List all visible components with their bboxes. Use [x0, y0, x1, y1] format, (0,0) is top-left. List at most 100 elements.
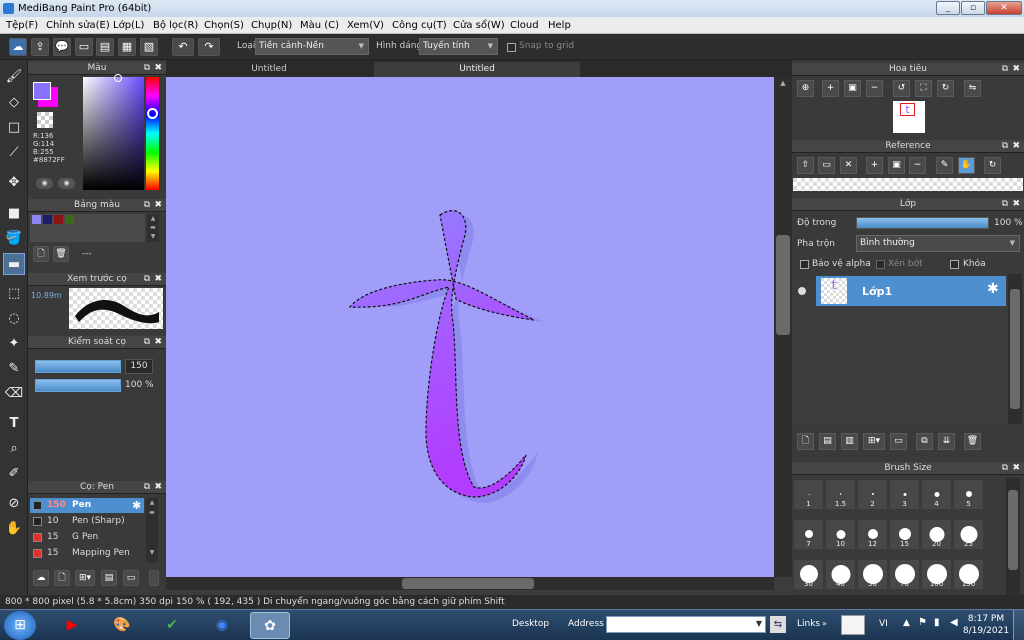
tab-untitled-1[interactable]: Untitled [168, 62, 370, 77]
zoom-in-icon[interactable]: + [822, 80, 839, 97]
horizontal-scrollbar[interactable] [166, 577, 774, 590]
text-tool-icon[interactable]: T [3, 413, 25, 435]
cloud-upload-icon[interactable]: ⇧ [797, 157, 814, 174]
shape-select[interactable]: Tuyến tính ▼ [419, 38, 498, 55]
language-indicator[interactable]: VI [879, 619, 888, 629]
brush-tool-icon[interactable]: 🖌 [3, 66, 25, 88]
go-icon[interactable]: ⇆ [770, 616, 786, 633]
move-tool-icon[interactable]: ✥ [3, 172, 25, 194]
brush-size-cell[interactable]: 2 [857, 479, 888, 510]
line-tool-icon[interactable]: ⟋ [3, 142, 25, 164]
zoom-out-icon[interactable]: − [866, 80, 883, 97]
grid-icon[interactable]: ▧ [140, 38, 158, 56]
brush-size-value[interactable]: 150 [125, 359, 153, 374]
new-layer-icon[interactable]: 🗋 [797, 433, 814, 450]
chevron-right-icon[interactable]: » [822, 619, 827, 628]
start-button[interactable]: ⊞ [4, 611, 36, 640]
palette-swatch-3[interactable] [54, 215, 63, 224]
rotate-right-icon[interactable]: ↻ [937, 80, 954, 97]
select-eraser-tool-icon[interactable]: ⌫ [3, 383, 25, 405]
menu-layer[interactable]: Lớp(L) [113, 17, 144, 34]
address-input[interactable]: ▼ [606, 616, 766, 633]
undock-icon[interactable]: ⧉ [144, 199, 150, 212]
brush-settings-icon[interactable]: ▤ [101, 570, 117, 586]
brush-size-cell[interactable]: 150 [953, 559, 984, 590]
brush-size-cell[interactable]: 10 [825, 519, 856, 550]
menu-file[interactable]: Tệp(F) [6, 17, 38, 34]
menu-help[interactable]: Help [548, 17, 571, 34]
maximize-button[interactable]: ▫ [961, 1, 985, 15]
operation-tool-icon[interactable]: ⌕ [3, 438, 25, 460]
foreground-color-swatch[interactable] [33, 82, 51, 100]
snap-to-grid-checkbox[interactable] [507, 43, 516, 52]
layer-scroll-thumb[interactable] [1010, 289, 1020, 409]
brush-list-handle[interactable] [149, 570, 159, 586]
reference-image-area[interactable] [793, 178, 1023, 191]
brush-size-cell[interactable]: 12 [857, 519, 888, 550]
vertical-scrollbar[interactable]: ▲ [774, 77, 792, 577]
network-icon[interactable]: ▮ [934, 617, 940, 628]
medibang-taskbar-icon[interactable]: ✿ [250, 612, 290, 639]
open-folder-icon[interactable]: ▭ [818, 157, 835, 174]
page-icon[interactable]: ▤ [96, 38, 114, 56]
close-icon[interactable]: ✖ [154, 336, 162, 349]
protect-alpha-checkbox[interactable] [800, 260, 809, 269]
undock-icon[interactable]: ⧉ [144, 273, 150, 286]
sv-cursor[interactable] [114, 74, 122, 82]
comment-icon[interactable]: 💬 [53, 38, 71, 56]
navigator-viewport[interactable]: t [900, 103, 915, 116]
layer-name[interactable]: Lớp1 [862, 285, 892, 298]
undock-icon[interactable]: ⧉ [1002, 198, 1008, 211]
shape-fill-tool-icon[interactable]: ■ [3, 203, 25, 225]
layer-opacity-slider[interactable] [856, 217, 989, 229]
brush-item-pen[interactable]: 150 Pen ✱ [30, 498, 144, 513]
rotate-icon[interactable]: ↻ [984, 157, 1001, 174]
brush-size-cell[interactable]: 30 [793, 559, 824, 590]
hue-slider[interactable] [146, 77, 159, 190]
close-icon[interactable]: ✖ [154, 273, 162, 286]
lock-checkbox[interactable] [950, 260, 959, 269]
zoom-actual-icon[interactable]: ▣ [844, 80, 861, 97]
blend-mode-select[interactable]: Bình thường ▼ [856, 235, 1020, 252]
close-icon[interactable]: ✖ [154, 481, 162, 494]
brush-size-cell[interactable]: 100 [921, 559, 952, 590]
brush-size-cell[interactable]: 5 [953, 479, 984, 510]
layer-row[interactable]: t Lớp1 ✱ [816, 276, 1006, 306]
close-window-button[interactable]: ✕ [986, 1, 1022, 15]
share-icon[interactable]: ⇪ [31, 38, 49, 56]
close-icon[interactable]: ✖ [1012, 198, 1020, 211]
add-brush-dropdown-icon[interactable]: ⊞▾ [75, 570, 95, 586]
eyedropper-icon[interactable]: ✎ [936, 157, 953, 174]
lasso-tool-icon[interactable]: ◌ [3, 308, 25, 330]
scroll-up-icon[interactable]: ▲ [776, 79, 790, 89]
select-pen-tool-icon[interactable]: ✎ [3, 358, 25, 380]
brush-size-slider[interactable] [35, 360, 121, 373]
links-label[interactable]: Links [797, 619, 820, 629]
panel-layout-icon[interactable]: ▦ [118, 38, 136, 56]
show-desktop-button[interactable] [1013, 610, 1024, 640]
brush-item-pen-sharp[interactable]: 10 Pen (Sharp) [30, 514, 144, 529]
clock[interactable]: 8:17 PM 8/19/2021 [962, 613, 1010, 637]
chevron-down-icon[interactable]: ▼ [756, 619, 762, 628]
menu-tools[interactable]: Công cụ(T) [392, 17, 447, 34]
volume-icon[interactable]: ◀ [950, 617, 958, 628]
new-brush-icon[interactable]: 🗋 [54, 570, 70, 586]
tray-expand-icon[interactable]: ▲ [903, 618, 910, 628]
zoom-fit-icon[interactable]: ⊕ [797, 80, 814, 97]
new-halftone-layer-icon[interactable]: ▤ [819, 433, 836, 450]
close-icon[interactable]: ✖ [1012, 462, 1020, 475]
zoom-out-icon[interactable]: − [909, 157, 926, 174]
hand-icon[interactable]: ✋ [958, 157, 975, 174]
pen-input-icon[interactable] [841, 615, 865, 635]
eraser-tool-icon[interactable]: ◇ [3, 92, 25, 114]
minimize-button[interactable]: _ [936, 1, 960, 15]
zoom-fit-icon[interactable]: ▣ [888, 157, 905, 174]
layer-scrollbar[interactable] [1008, 274, 1022, 424]
menu-cloud[interactable]: Cloud [510, 17, 539, 34]
bucket-tool-icon[interactable]: 🪣 [3, 228, 25, 250]
undock-icon[interactable]: ⧉ [1002, 140, 1008, 153]
undock-icon[interactable]: ⧉ [144, 336, 150, 349]
brush-item-mapping-pen[interactable]: 15 Mapping Pen [30, 546, 144, 561]
brush-size-cell[interactable]: 3 [889, 479, 920, 510]
duplicate-layer-icon[interactable]: ⧉ [916, 433, 933, 450]
